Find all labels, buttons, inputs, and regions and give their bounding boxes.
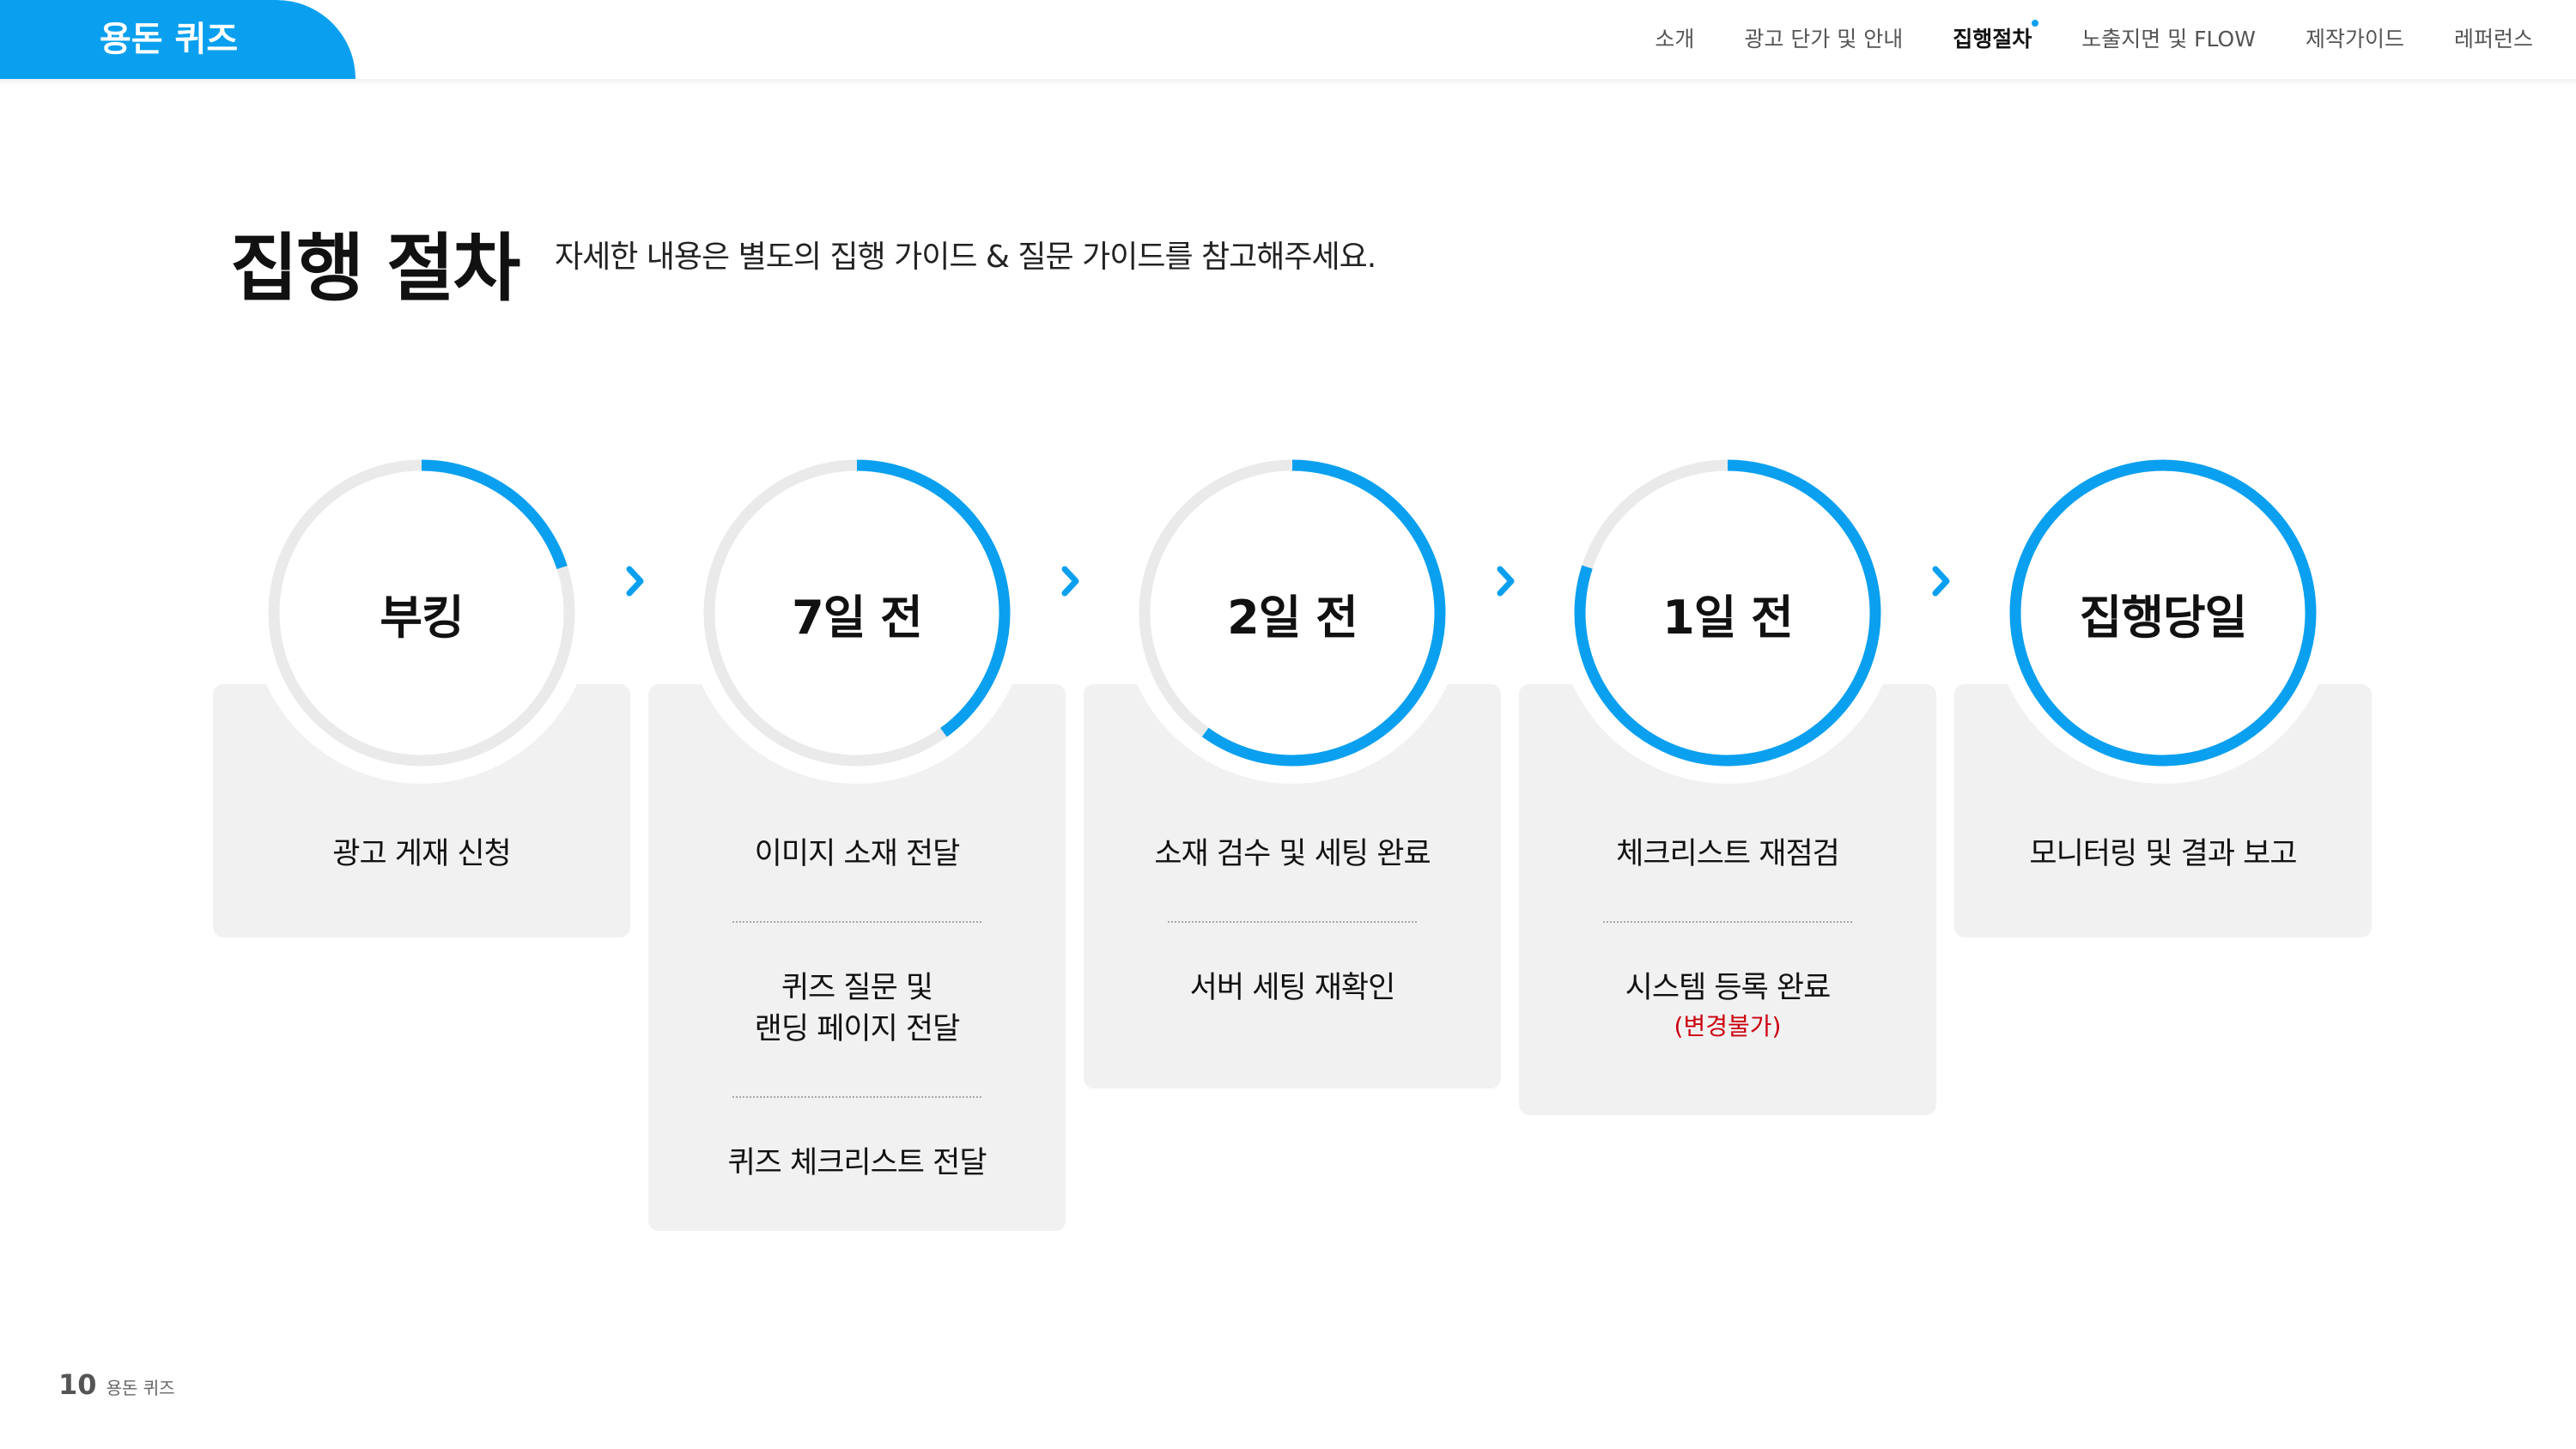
page-subtitle: 자세한 내용은 별도의 집행 가이드 & 질문 가이드를 참고해주세요.: [555, 239, 1376, 275]
step-label: 1일 전: [1662, 590, 1794, 645]
step-label: 7일 전: [792, 590, 923, 645]
nav-item-reference[interactable]: 레퍼런스: [2454, 22, 2533, 53]
page-footer: 10 용돈 퀴즈: [58, 1368, 175, 1401]
nav-item-placement-flow[interactable]: 노출지면 및 FLOW: [2081, 22, 2256, 53]
nav-item-production-guide[interactable]: 제작가이드: [2306, 22, 2404, 53]
step-task: 이미지 소재 전달: [754, 837, 961, 871]
step-task: 서버 세팅 재확인: [1189, 971, 1396, 1005]
card-divider: [732, 921, 981, 923]
step-task: 소재 검수 및 세팅 완료: [1154, 837, 1431, 871]
step-task: 퀴즈 질문 및 랜딩 페이지 전달: [754, 971, 961, 1046]
page-title: 집행 절차: [230, 226, 520, 312]
nav-item-pricing[interactable]: 광고 단가 및 안내: [1744, 22, 1903, 53]
card-divider: [732, 1096, 981, 1098]
top-nav: 소개 광고 단가 및 안내 집행절차 노출지면 및 FLOW 제작가이드 레퍼런…: [1605, 20, 2533, 53]
nav-item-intro[interactable]: 소개: [1655, 22, 1694, 53]
active-dot-icon: [2032, 20, 2039, 27]
brand-logo[interactable]: 용돈 퀴즈: [0, 0, 355, 79]
step-label: 집행당일: [2079, 590, 2248, 645]
chevron-right-icon: [1061, 566, 1079, 597]
page-number: 10: [58, 1368, 97, 1401]
step-label: 2일 전: [1227, 590, 1358, 645]
chevron-right-icon: [1497, 566, 1515, 597]
step-task-note: (변경불가): [1674, 1012, 1782, 1040]
card-divider: [1603, 921, 1852, 923]
step-task: 모니터링 및 결과 보고: [2029, 837, 2297, 871]
nav-item-label: 집행절차: [1953, 27, 2032, 52]
step-task: 광고 게재 신청: [332, 837, 511, 871]
chevron-right-icon: [626, 566, 644, 597]
step-task: 체크리스트 재점검: [1616, 837, 1840, 871]
step-label: 부킹: [380, 590, 464, 645]
card-divider: [1168, 921, 1417, 923]
chevron-right-icon: [1932, 566, 1950, 597]
step-task: 퀴즈 체크리스트 전달: [727, 1146, 987, 1180]
header-shadow: [0, 79, 2576, 86]
footer-brand: 용돈 퀴즈: [106, 1378, 175, 1398]
nav-item-procedure[interactable]: 집행절차: [1953, 20, 2039, 53]
step-task: 시스템 등록 완료: [1625, 971, 1832, 1005]
